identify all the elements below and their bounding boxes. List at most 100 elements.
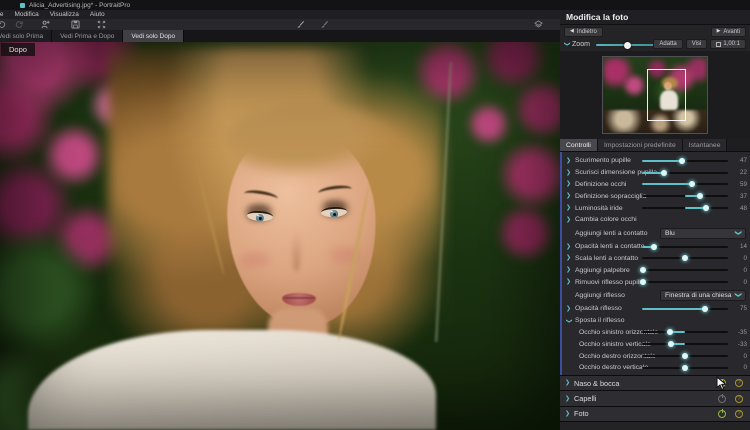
slider-track[interactable] <box>639 279 728 286</box>
chevron-right-icon[interactable]: ❯ <box>565 396 570 402</box>
add-face-icon[interactable] <box>41 20 50 29</box>
menu-modifica[interactable]: Modifica <box>14 11 38 18</box>
photo-canvas[interactable]: Dopo <box>0 42 560 430</box>
chevron-right-icon[interactable]: ❯ <box>566 181 571 187</box>
chevron-right-icon[interactable]: ❯ <box>566 158 571 164</box>
dropdown-aggiungi-riflesso[interactable]: Finestra di una chiesa ❯ <box>660 289 746 301</box>
section-foto[interactable]: ❯ Foto? <box>560 405 750 422</box>
navigator-thumbnail[interactable] <box>602 56 708 134</box>
toolbar <box>0 19 560 30</box>
zoom-ratio[interactable]: 1,00:1 <box>710 39 746 49</box>
slider-track[interactable] <box>642 353 728 360</box>
slider-handle[interactable] <box>660 169 667 176</box>
slider-handle[interactable] <box>667 329 674 336</box>
slider-handle[interactable] <box>682 364 688 371</box>
chevron-right-icon[interactable]: ❯ <box>565 380 570 386</box>
chevron-right-icon[interactable]: ❯ <box>566 170 571 176</box>
slider-handle[interactable] <box>702 205 709 212</box>
slider-track[interactable] <box>642 243 728 250</box>
control-scurisci-dimensione-pupilla: ❯ Scurisci dimensione pupilla 22 <box>562 167 750 179</box>
chevron-right-icon[interactable]: ❯ <box>566 255 571 261</box>
menu-aiuto[interactable]: Aiuto <box>90 11 105 18</box>
slider-value: 0 <box>743 266 747 274</box>
thumb-crop-rect[interactable] <box>646 69 687 121</box>
control-label: Opacità lenti a contatto <box>575 243 645 251</box>
slider-track[interactable] <box>642 305 728 312</box>
view-tab-vedi-solo-dopo[interactable]: Vedi solo Dopo <box>123 30 185 42</box>
control-label: Scala lenti a contatto <box>575 254 639 262</box>
slider-handle[interactable] <box>682 353 688 360</box>
slider-handle[interactable] <box>678 157 685 164</box>
section-label: Capelli <box>574 394 597 404</box>
help-icon[interactable]: ? <box>735 379 743 388</box>
chevron-right-icon[interactable]: ❯ <box>566 205 571 211</box>
slider-track[interactable] <box>639 267 728 274</box>
slider-handle[interactable] <box>639 279 646 286</box>
chevron-right-icon[interactable]: ❯ <box>566 279 571 285</box>
control-occhio-destro-orizzontale: Occhio destro orizzontale 0 <box>562 350 750 362</box>
slider-track[interactable] <box>642 157 728 164</box>
slider-handle[interactable] <box>701 305 708 312</box>
slider-handle[interactable] <box>688 181 695 188</box>
chevron-right-icon[interactable]: ❯ <box>565 411 570 417</box>
section-capelli[interactable]: ❯ Capelli? <box>560 390 750 406</box>
restore-brush-icon[interactable] <box>320 20 329 29</box>
menu-visualizza[interactable]: Visualizza <box>50 11 79 18</box>
control-label: Opacità riflesso <box>575 305 622 313</box>
control-label: Luminosità iride <box>575 204 623 212</box>
chevron-right-icon[interactable]: ❯ <box>566 267 571 273</box>
chevron-right-icon[interactable]: ❯ <box>566 306 571 312</box>
save-icon[interactable] <box>71 20 80 29</box>
zoom-slider[interactable] <box>596 41 662 49</box>
slider-track[interactable] <box>642 181 728 188</box>
chevron-down-icon[interactable]: ❯ <box>566 318 572 323</box>
help-icon[interactable]: ? <box>735 409 743 418</box>
chevron-right-icon[interactable]: ❯ <box>566 193 571 199</box>
tab-istantanee[interactable]: Istantanee <box>682 139 728 151</box>
control-scala-lenti-a-contatto: ❯ Scala lenti a contatto 0 <box>562 253 750 265</box>
slider-track[interactable] <box>642 205 728 212</box>
dropdown-aggiungi-lenti-a-contatto[interactable]: Blu ❯ <box>660 227 746 239</box>
menu-file[interactable]: File <box>0 11 3 18</box>
chevron-right-icon[interactable]: ❯ <box>566 244 571 250</box>
slider-value: 75 <box>739 305 747 313</box>
help-icon[interactable]: ? <box>735 394 743 403</box>
fit-button[interactable]: Adatta <box>653 39 683 49</box>
power-toggle-icon[interactable] <box>718 394 726 403</box>
navigator <box>560 51 750 139</box>
fit-button-label: Adatta <box>659 41 677 47</box>
slider-track[interactable] <box>642 169 728 176</box>
tab-impostazioni-predefinite[interactable]: Impostazioni predefinite <box>597 139 683 151</box>
slider-handle[interactable] <box>639 267 646 274</box>
view-tab-vedi-solo-prima[interactable]: Vedi solo Prima <box>0 30 53 42</box>
tab-controlli[interactable]: Controlli <box>560 139 598 151</box>
control-scurimento-pupille: ❯ Scurimento pupille 47 <box>562 155 750 167</box>
dropdown-value: Finestra di una chiesa <box>665 291 732 299</box>
section-header-sposta-il-riflesso[interactable]: ❯ Sposta il riflesso <box>562 315 750 327</box>
redo-icon[interactable] <box>15 20 24 29</box>
forward-button[interactable]: ▶ Avanti <box>710 26 746 37</box>
view-tab-vedi-prima-e-dopo[interactable]: Vedi Prima e Dopo <box>52 30 124 42</box>
section-header-cambia-colore-occhi[interactable]: ❯ Cambia colore occhi <box>562 214 750 226</box>
control-luminosit-iride: ❯ Luminosità iride 48 <box>562 202 750 214</box>
slider-handle[interactable] <box>682 255 688 262</box>
control-label: Occhio destro verticale <box>579 364 649 372</box>
slider-handle[interactable] <box>668 341 675 348</box>
slider-track[interactable] <box>642 193 728 200</box>
slider-track[interactable] <box>642 255 728 262</box>
brush-icon[interactable] <box>296 20 305 29</box>
slider-track[interactable] <box>642 364 728 371</box>
slider-handle[interactable] <box>697 193 704 200</box>
control-label: Aggiungi lenti a contatto <box>575 229 648 237</box>
slider-track[interactable] <box>642 341 728 348</box>
layers-icon[interactable] <box>534 20 543 29</box>
back-button[interactable]: ◀ Indietro <box>564 26 603 37</box>
power-toggle-icon[interactable] <box>718 409 726 418</box>
faces-button[interactable]: Visi <box>685 39 708 49</box>
chevron-right-icon[interactable]: ❯ <box>566 217 571 223</box>
slider-handle[interactable] <box>651 243 658 250</box>
chevron-down-icon[interactable]: ❯ <box>564 41 570 46</box>
undo-icon[interactable] <box>0 20 6 29</box>
zoom-slider-handle[interactable] <box>623 41 631 49</box>
fullscreen-icon[interactable] <box>97 20 106 29</box>
